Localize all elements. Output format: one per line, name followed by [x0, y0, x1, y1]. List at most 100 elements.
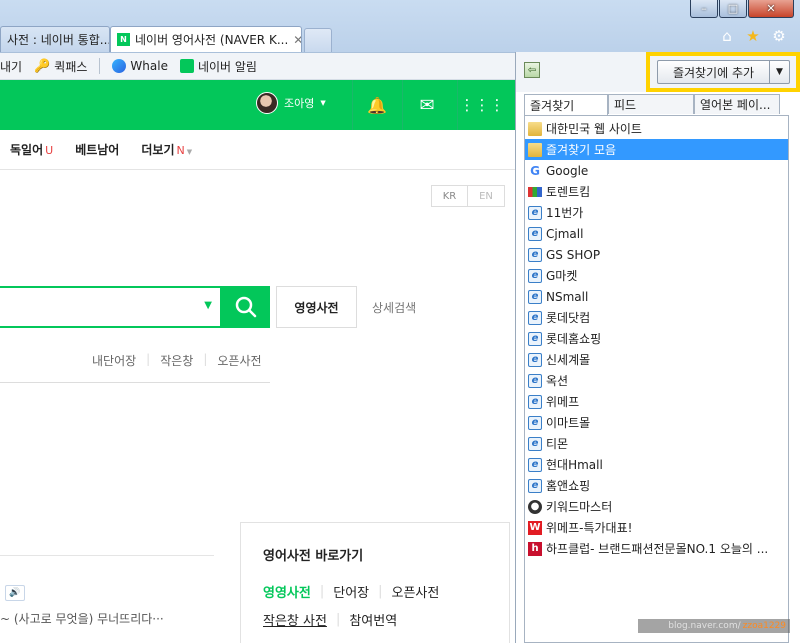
chevron-down-icon: ▼: [186, 148, 193, 156]
favorites-list-item[interactable]: ● 키워드마스터: [525, 496, 788, 517]
divider: |: [335, 612, 341, 627]
favorites-list-item[interactable]: 즐겨찾기 모음: [525, 139, 788, 160]
internet-explorer-icon: e: [528, 205, 542, 220]
favorites-list-item[interactable]: e 이마트몰: [525, 412, 788, 433]
favorites-list-item[interactable]: 토렌트킴: [525, 181, 788, 202]
internet-explorer-icon: e: [528, 373, 542, 388]
shortcut-title: 영어사전 바로가기: [263, 549, 364, 564]
shortcut-wordbook[interactable]: 단어장: [333, 582, 369, 601]
tab-history[interactable]: 열어본 페이...: [694, 94, 780, 114]
internet-explorer-icon: e: [528, 352, 542, 367]
divider: |: [378, 584, 383, 599]
maximize-button[interactable]: □: [719, 0, 747, 18]
favorites-list-item[interactable]: e 11번가: [525, 202, 788, 223]
favorites-list-item[interactable]: e 티몬: [525, 433, 788, 454]
favorites-list-item[interactable]: e 홈앤쇼핑: [525, 475, 788, 496]
torrent-icon: [528, 186, 542, 197]
lang-tab-german[interactable]: 독일어 U: [10, 141, 53, 158]
favorites-list-item[interactable]: e NSmall: [525, 286, 788, 307]
bell-icon[interactable]: 🔔: [352, 80, 402, 130]
naver-dictionary-page: 조아영 ▼ 🔔 ✉ ⋮⋮⋮ 독일어 U 베트남어 더보기 N ▼ KR EN ▼ 영영…: [0, 80, 515, 643]
search-icon: [235, 296, 257, 318]
whale-icon: [112, 59, 127, 73]
dropdown-arrow-icon[interactable]: ▼: [204, 300, 212, 311]
pin-icon[interactable]: ⇦: [524, 62, 540, 78]
close-button[interactable]: ✕: [748, 0, 794, 18]
favorites-item-label: 홈앤쇼핑: [546, 479, 591, 493]
browser-right-icons: ⌂ ★ ⚙: [718, 27, 788, 45]
folder-icon: [528, 121, 542, 136]
favorites-list-item[interactable]: e 위메프: [525, 391, 788, 412]
halfclub-icon: h: [528, 541, 542, 556]
tab-feeds[interactable]: 피드: [608, 94, 694, 114]
shortcut-row: 작은창 사전 | 참여번역: [263, 610, 509, 629]
divider-line: [0, 382, 270, 383]
favorites-list-item[interactable]: e 롯데홈쇼핑: [525, 328, 788, 349]
favorites-list-item[interactable]: e GS SHOP: [525, 244, 788, 265]
favorites-list-item[interactable]: e 옥션: [525, 370, 788, 391]
minimize-button[interactable]: –: [690, 0, 718, 18]
lang-toggle-en[interactable]: EN: [468, 185, 505, 207]
shortcut-open-dict[interactable]: 오픈사전: [392, 582, 440, 601]
my-wordbook-link[interactable]: 내단어장: [92, 352, 136, 369]
favorites-list-item[interactable]: e Cjmall: [525, 223, 788, 244]
new-badge: N: [176, 144, 185, 157]
lang-toggle-kr[interactable]: KR: [431, 185, 468, 207]
favbar-item-import[interactable]: 내기: [0, 58, 22, 75]
watermark-prefix: blog.naver.com/: [668, 621, 741, 631]
favbar-item-quickpass[interactable]: 🔑 퀵패스: [34, 58, 87, 75]
favorites-item-label: G마켓: [546, 269, 578, 283]
favorites-item-label: 롯데홈쇼핑: [546, 332, 602, 346]
internet-explorer-icon: e: [528, 394, 542, 409]
user-name: 조아영: [284, 97, 315, 110]
favorites-list-item[interactable]: e 신세계몰: [525, 349, 788, 370]
internet-explorer-icon: e: [528, 478, 542, 493]
shortcut-mini-window[interactable]: 작은창 사전: [263, 610, 327, 629]
favorites-list-item[interactable]: W 위메프-특가대표!: [525, 517, 788, 538]
speaker-icon[interactable]: 🔊: [5, 585, 25, 601]
close-tab-icon[interactable]: ✕: [293, 33, 301, 47]
favorites-list-item[interactable]: e 현대Hmall: [525, 454, 788, 475]
new-tab-button[interactable]: [304, 28, 332, 52]
gear-icon[interactable]: ⚙: [770, 27, 788, 45]
dictionary-select[interactable]: 영영사전: [276, 286, 357, 328]
open-dict-link[interactable]: 오픈사전: [217, 352, 261, 369]
favorites-item-label: 위메프: [546, 395, 580, 409]
example-meaning: ~ (사고로 무엇을) 무너뜨리다···: [0, 612, 164, 626]
favbar-item-naver-alarm[interactable]: 네이버 알림: [179, 58, 257, 75]
home-icon[interactable]: ⌂: [718, 27, 736, 45]
mini-window-link[interactable]: 작은창: [160, 352, 193, 369]
grid-menu-icon[interactable]: ⋮⋮⋮: [457, 80, 507, 130]
blog-watermark: blog.naver.com/zzoa1229: [638, 619, 790, 633]
advanced-search-link[interactable]: 상세검색: [372, 299, 416, 316]
favorites-list-item[interactable]: h 하프클럽- 브랜드패션전문몰NO.1 오늘의 ...: [525, 538, 788, 559]
dropdown-arrow-icon[interactable]: ▼: [769, 61, 789, 83]
lang-tab-label: 독일어: [10, 143, 44, 157]
tab-favorites[interactable]: 즐겨찾기: [524, 94, 608, 115]
lang-tab-more[interactable]: 더보기 N ▼: [141, 141, 192, 158]
favbar-item-whale[interactable]: Whale: [112, 59, 168, 73]
naver-icon: [179, 59, 194, 73]
divider-line: [0, 555, 214, 556]
search-button[interactable]: [222, 286, 270, 328]
favorites-list-item[interactable]: e G마켓: [525, 265, 788, 286]
user-profile-menu[interactable]: 조아영 ▼: [256, 92, 326, 114]
naver-dict-favicon: N: [117, 33, 130, 46]
internet-explorer-icon: e: [528, 436, 542, 451]
shortcut-english-english[interactable]: 영영사전: [263, 582, 311, 601]
favorites-list-item[interactable]: e 롯데닷컴: [525, 307, 788, 328]
watermark-user: zzoa1229: [742, 621, 786, 631]
add-to-favorites-button[interactable]: 즐겨찾기에 추가 ▼: [657, 60, 790, 84]
favorites-item-label: 위메프-특가대표!: [546, 521, 633, 535]
internet-explorer-icon: e: [528, 268, 542, 283]
lang-tab-vietnamese[interactable]: 베트남어: [75, 141, 119, 158]
favorites-list-item[interactable]: 대한민국 웹 사이트: [525, 118, 788, 139]
tab-naver-english-dict[interactable]: N 네이버 영어사전 (NAVER K... ✕: [110, 26, 302, 52]
tab-naver-search[interactable]: 사전 : 네이버 통합...: [0, 26, 110, 52]
mail-icon[interactable]: ✉: [402, 80, 452, 130]
search-input[interactable]: ▼: [0, 286, 222, 328]
favorites-list-item[interactable]: G Google: [525, 160, 788, 181]
shortcut-translation[interactable]: 참여번역: [349, 610, 397, 629]
favbar-label: 내기: [0, 59, 23, 74]
star-icon[interactable]: ★: [744, 27, 762, 45]
